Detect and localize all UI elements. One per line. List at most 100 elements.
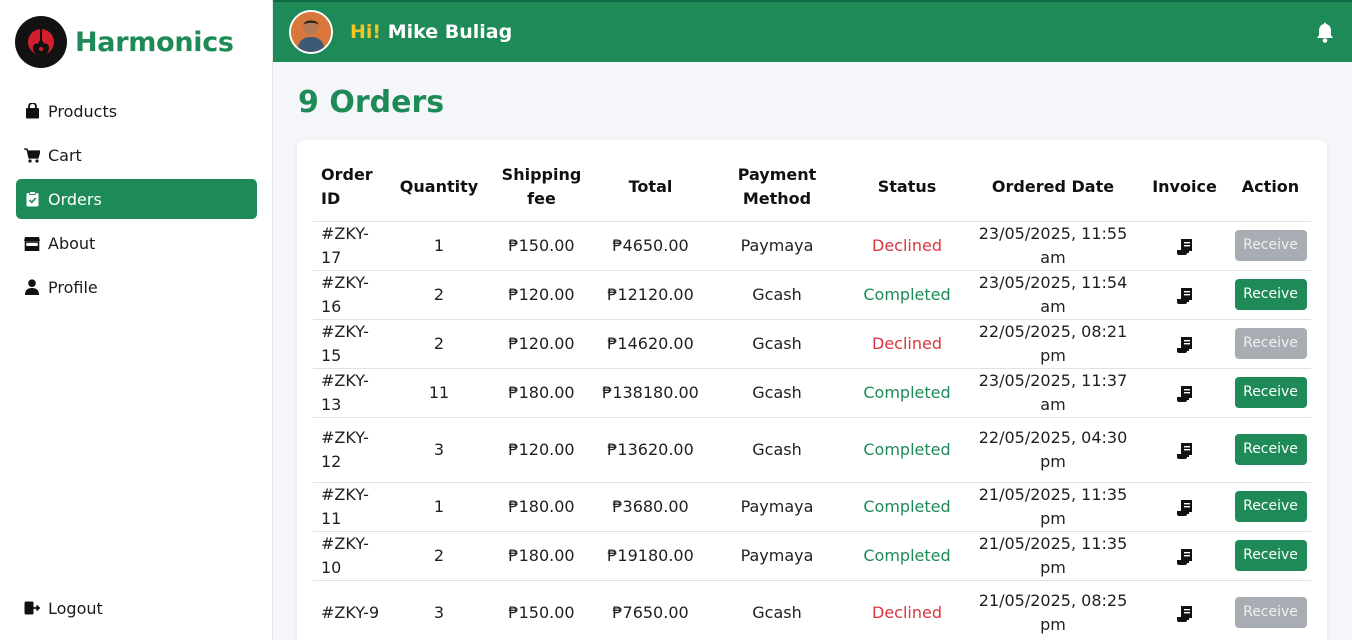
sidebar-item-label: About xyxy=(48,233,96,253)
action-cell: Receive xyxy=(1230,319,1311,369)
invoice-cell xyxy=(1139,221,1230,271)
total: ₱138180.00 xyxy=(594,368,707,418)
ordered-date: 22/05/2025, 08:21 pm xyxy=(967,319,1139,369)
status: Declined xyxy=(847,580,967,640)
col-total: Total xyxy=(594,154,707,222)
order-id: #ZKY-12 xyxy=(313,417,389,483)
col-payment-method: Payment Method xyxy=(707,154,847,222)
order-id: #ZKY-15 xyxy=(313,319,389,369)
sidebar-item-label: Products xyxy=(48,101,118,121)
top-bar: Hi! Mike Buliag xyxy=(273,0,1352,62)
status: Declined xyxy=(847,319,967,369)
page-title: 9 Orders xyxy=(298,85,445,120)
table-row: #ZKY-9 3 ₱150.00 ₱7650.00 Gcash Declined… xyxy=(313,580,1311,640)
shipping-fee: ₱120.00 xyxy=(489,417,594,483)
col-action: Action xyxy=(1230,154,1311,222)
total: ₱12120.00 xyxy=(594,270,707,320)
user-name: Mike Buliag xyxy=(387,21,513,43)
greeting-hi: Hi! xyxy=(350,21,382,43)
invoice-icon[interactable] xyxy=(1175,236,1195,256)
col-status: Status xyxy=(847,154,967,222)
quantity: 3 xyxy=(389,417,489,483)
invoice-cell xyxy=(1139,531,1230,581)
quantity: 1 xyxy=(389,482,489,532)
invoice-cell xyxy=(1139,270,1230,320)
ordered-date: 23/05/2025, 11:55 am xyxy=(967,221,1139,271)
ordered-date: 23/05/2025, 11:54 am xyxy=(967,270,1139,320)
greeting: Hi! Mike Buliag xyxy=(350,21,512,43)
quantity: 2 xyxy=(389,319,489,369)
receive-button[interactable]: Receive xyxy=(1234,434,1307,465)
brand[interactable]: Harmonics xyxy=(15,16,234,68)
invoice-cell xyxy=(1139,417,1230,483)
receive-button[interactable]: Receive xyxy=(1234,328,1307,359)
invoice-icon[interactable] xyxy=(1175,497,1195,517)
clipboard-check-icon xyxy=(24,191,40,207)
shipping-fee: ₱180.00 xyxy=(489,531,594,581)
order-id: #ZKY-16 xyxy=(313,270,389,320)
payment-method: Gcash xyxy=(707,417,847,483)
ordered-date: 21/05/2025, 11:35 pm xyxy=(967,482,1139,532)
shipping-fee: ₱180.00 xyxy=(489,368,594,418)
receive-button[interactable]: Receive xyxy=(1234,230,1307,261)
status: Completed xyxy=(847,531,967,581)
sidebar-nav: Products Cart Orders About Profile xyxy=(16,91,257,311)
ordered-date: 22/05/2025, 04:30 pm xyxy=(967,417,1139,483)
status: Completed xyxy=(847,368,967,418)
status: Declined xyxy=(847,221,967,271)
col-ordered-date: Ordered Date xyxy=(967,154,1139,222)
status: Completed xyxy=(847,482,967,532)
receive-button[interactable]: Receive xyxy=(1234,279,1307,310)
table-row: #ZKY-12 3 ₱120.00 ₱13620.00 Gcash Comple… xyxy=(313,417,1311,483)
quantity: 11 xyxy=(389,368,489,418)
logout-button[interactable]: Logout xyxy=(16,588,257,628)
bell-icon[interactable] xyxy=(1314,22,1336,44)
action-cell: Receive xyxy=(1230,482,1311,532)
sidebar-item-orders[interactable]: Orders xyxy=(16,179,257,219)
quantity: 2 xyxy=(389,270,489,320)
receive-button[interactable]: Receive xyxy=(1234,540,1307,571)
order-id: #ZKY-17 xyxy=(313,221,389,271)
invoice-icon[interactable] xyxy=(1175,546,1195,566)
sidebar-item-about[interactable]: About xyxy=(16,223,257,263)
payment-method: Gcash xyxy=(707,270,847,320)
action-cell: Receive xyxy=(1230,580,1311,640)
total: ₱4650.00 xyxy=(594,221,707,271)
table-row: #ZKY-13 11 ₱180.00 ₱138180.00 Gcash Comp… xyxy=(313,368,1311,418)
action-cell: Receive xyxy=(1230,417,1311,483)
total: ₱14620.00 xyxy=(594,319,707,369)
invoice-icon[interactable] xyxy=(1175,383,1195,403)
shipping-fee: ₱120.00 xyxy=(489,270,594,320)
shipping-fee: ₱180.00 xyxy=(489,482,594,532)
invoice-icon[interactable] xyxy=(1175,440,1195,460)
col-quantity: Quantity xyxy=(389,154,489,222)
col-invoice: Invoice xyxy=(1139,154,1230,222)
sidebar-item-profile[interactable]: Profile xyxy=(16,267,257,307)
orders-table: Order ID Quantity Shipping fee Total Payme… xyxy=(313,154,1311,640)
action-cell: Receive xyxy=(1230,368,1311,418)
sidebar-item-cart[interactable]: Cart xyxy=(16,135,257,175)
table-row: #ZKY-10 2 ₱180.00 ₱19180.00 Paymaya Comp… xyxy=(313,531,1311,581)
avatar[interactable] xyxy=(289,10,333,54)
order-id: #ZKY-9 xyxy=(313,580,389,640)
store-icon xyxy=(24,235,40,251)
order-id: #ZKY-10 xyxy=(313,531,389,581)
receive-button[interactable]: Receive xyxy=(1234,377,1307,408)
invoice-icon[interactable] xyxy=(1175,603,1195,623)
invoice-cell xyxy=(1139,368,1230,418)
invoice-icon[interactable] xyxy=(1175,285,1195,305)
receive-button[interactable]: Receive xyxy=(1234,491,1307,522)
sidebar-item-products[interactable]: Products xyxy=(16,91,257,131)
logout-label: Logout xyxy=(48,598,103,618)
table-header-row: Order ID Quantity Shipping fee Total Payme… xyxy=(313,154,1311,222)
invoice-icon[interactable] xyxy=(1175,334,1195,354)
user-icon xyxy=(24,279,40,295)
table-row: #ZKY-15 2 ₱120.00 ₱14620.00 Gcash Declin… xyxy=(313,319,1311,369)
receive-button[interactable]: Receive xyxy=(1234,597,1307,628)
shipping-fee: ₱120.00 xyxy=(489,319,594,369)
orders-card: Order ID Quantity Shipping fee Total Payme… xyxy=(297,140,1327,640)
action-cell: Receive xyxy=(1230,270,1311,320)
quantity: 3 xyxy=(389,580,489,640)
logout-icon xyxy=(24,600,40,616)
status: Completed xyxy=(847,417,967,483)
